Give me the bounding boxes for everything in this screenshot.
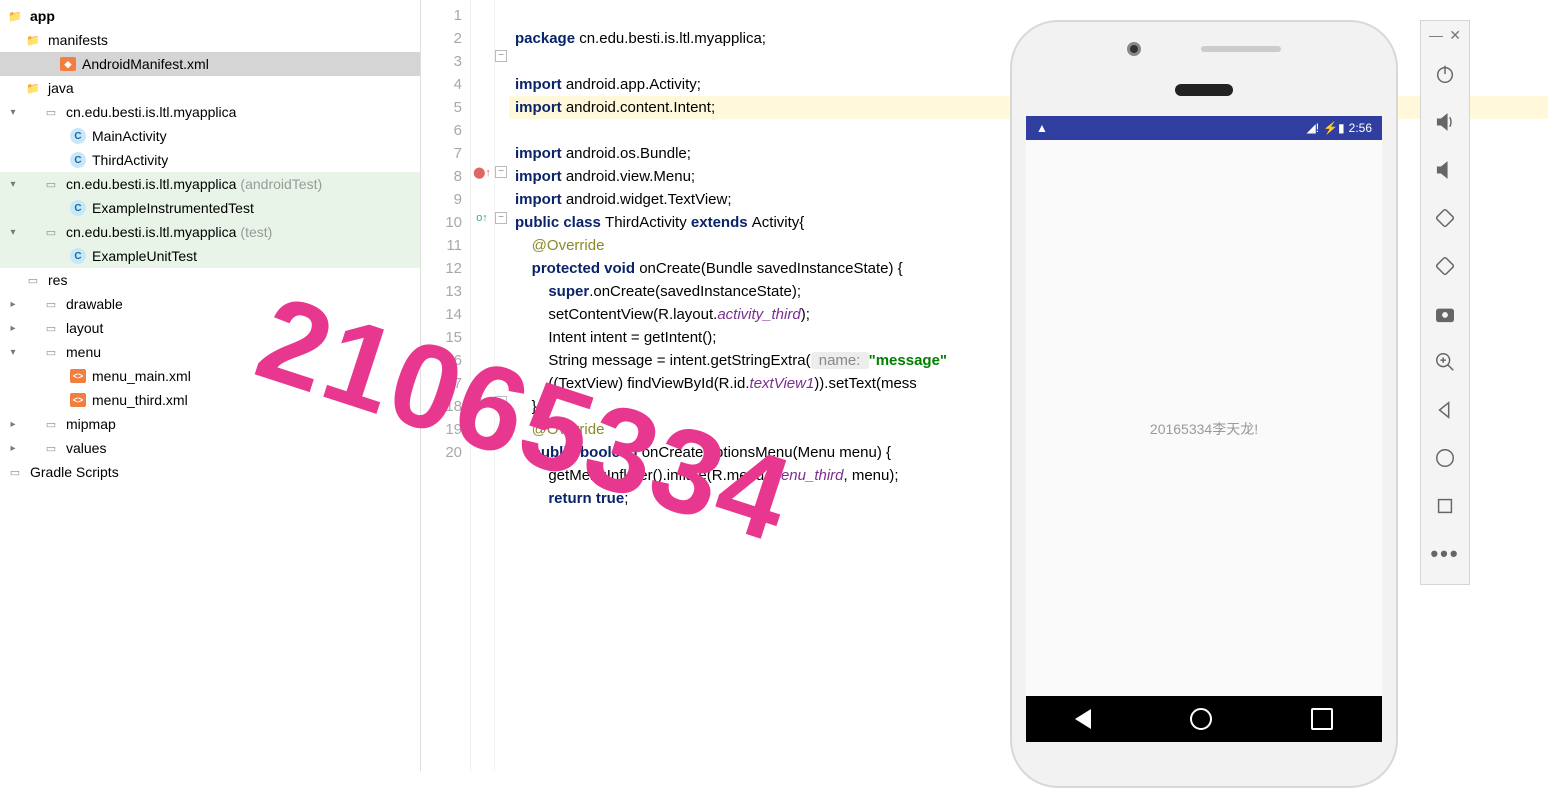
tree-node-menu-main-xml[interactable]: <>menu_main.xml <box>0 364 420 388</box>
fold-toggle[interactable]: − <box>495 50 507 62</box>
signal-icon: ◢! <box>1307 121 1320 135</box>
fold-toggle[interactable]: − <box>495 212 507 224</box>
folder-icon: ▭ <box>24 272 42 288</box>
tree-node-manifest-file[interactable]: ◆AndroidManifest.xml <box>0 52 420 76</box>
power-button[interactable] <box>1421 50 1469 98</box>
override-arrow-icon[interactable]: o↑ <box>473 212 491 228</box>
chevron-down-icon: ▾ <box>6 107 20 118</box>
tree-node-res[interactable]: ▭res <box>0 268 420 292</box>
line-number-gutter: 1234567891011121314151617181920 <box>421 0 471 771</box>
warning-icon: ▲ <box>1036 121 1048 135</box>
folder-icon: ▭ <box>42 344 60 360</box>
marker-gutter: ⬤↑ o↑ o↑ <box>471 0 495 771</box>
chevron-down-icon: ▾ <box>6 227 20 238</box>
emulator-back-button[interactable] <box>1421 386 1469 434</box>
android-nav-bar <box>1026 696 1382 742</box>
tree-node-drawable[interactable]: ▸▭drawable <box>0 292 420 316</box>
chevron-right-icon: ▸ <box>6 299 20 310</box>
class-icon: C <box>70 152 86 168</box>
battery-icon: ⚡▮ <box>1323 121 1345 135</box>
tree-node-package-main[interactable]: ▾▭cn.edu.besti.is.ltl.myapplica <box>0 100 420 124</box>
folder-icon: ▭ <box>42 416 60 432</box>
tree-node-thirdactivity[interactable]: CThirdActivity <box>0 148 420 172</box>
tree-node-exampleunittest[interactable]: CExampleUnitTest <box>0 244 420 268</box>
camera-icon <box>1127 42 1141 56</box>
package-icon: ▭ <box>42 224 60 240</box>
emulator-more-button[interactable]: ••• <box>1421 530 1469 578</box>
chevron-right-icon: ▸ <box>6 443 20 454</box>
chevron-right-icon: ▸ <box>6 419 20 430</box>
tree-node-app[interactable]: 📁app <box>0 4 420 28</box>
package-icon: ▭ <box>42 176 60 192</box>
status-time: 2:56 <box>1349 121 1372 135</box>
folder-icon: ▭ <box>42 296 60 312</box>
zoom-button[interactable] <box>1421 338 1469 386</box>
app-content-text: 20165334李天龙! <box>1026 419 1382 439</box>
fold-gutter: − − − − <box>495 0 509 771</box>
tree-node-package-test[interactable]: ▾▭cn.edu.besti.is.ltl.myapplica(test) <box>0 220 420 244</box>
tree-node-java[interactable]: 📁java <box>0 76 420 100</box>
chevron-right-icon: ▸ <box>6 323 20 334</box>
rotate-right-button[interactable] <box>1421 242 1469 290</box>
folder-icon: 📁 <box>24 80 42 96</box>
tree-node-gradle-scripts[interactable]: ▭Gradle Scripts <box>0 460 420 484</box>
override-icon[interactable]: ⬤↑ <box>473 166 491 182</box>
emulator-overview-button[interactable] <box>1421 482 1469 530</box>
tree-node-layout[interactable]: ▸▭layout <box>0 316 420 340</box>
minimize-button[interactable]: — <box>1429 27 1443 44</box>
folder-icon: ▭ <box>42 320 60 336</box>
package-icon: ▭ <box>42 104 60 120</box>
android-status-bar: ▲ ◢! ⚡▮ 2:56 <box>1026 116 1382 140</box>
tree-node-exampleinstrumentedtest[interactable]: CExampleInstrumentedTest <box>0 196 420 220</box>
chevron-down-icon: ▾ <box>6 179 20 190</box>
emulator-device-frame: ▲ ◢! ⚡▮ 2:56 20165334李天龙! <box>1010 20 1398 788</box>
tree-node-menu-third-xml[interactable]: <>menu_third.xml <box>0 388 420 412</box>
class-icon: C <box>70 128 86 144</box>
chevron-down-icon: ▾ <box>6 347 20 358</box>
xml-icon: <> <box>70 369 86 383</box>
tree-node-mainactivity[interactable]: CMainActivity <box>0 124 420 148</box>
fold-toggle[interactable]: − <box>495 166 507 178</box>
speaker-icon <box>1175 84 1233 96</box>
tree-node-manifests[interactable]: 📁manifests <box>0 28 420 52</box>
screenshot-button[interactable] <box>1421 290 1469 338</box>
sensor-slit <box>1201 46 1281 52</box>
folder-icon: 📁 <box>6 8 24 24</box>
class-icon: C <box>70 200 86 216</box>
nav-home-button[interactable] <box>1190 708 1212 730</box>
tree-node-menu[interactable]: ▾▭menu <box>0 340 420 364</box>
tree-node-package-androidtest[interactable]: ▾▭cn.edu.besti.is.ltl.myapplica(androidT… <box>0 172 420 196</box>
close-button[interactable]: ✕ <box>1449 27 1461 44</box>
folder-icon: 📁 <box>24 32 42 48</box>
nav-recent-button[interactable] <box>1311 708 1333 730</box>
xml-icon: <> <box>70 393 86 407</box>
emulator-toolbar: — ✕ ••• <box>1420 20 1470 585</box>
rotate-left-button[interactable] <box>1421 194 1469 242</box>
override-arrow-icon[interactable]: o↑ <box>473 396 491 412</box>
class-icon: C <box>70 248 86 264</box>
project-tree[interactable]: 📁app 📁manifests ◆AndroidManifest.xml 📁ja… <box>0 0 420 771</box>
gradle-icon: ▭ <box>6 464 24 480</box>
tree-node-mipmap[interactable]: ▸▭mipmap <box>0 412 420 436</box>
emulator-screen[interactable]: ▲ ◢! ⚡▮ 2:56 20165334李天龙! <box>1026 116 1382 742</box>
xml-icon: ◆ <box>60 57 76 71</box>
fold-toggle[interactable]: − <box>495 396 507 408</box>
volume-up-button[interactable] <box>1421 98 1469 146</box>
folder-icon: ▭ <box>42 440 60 456</box>
emulator-home-button[interactable] <box>1421 434 1469 482</box>
nav-back-button[interactable] <box>1075 709 1091 729</box>
volume-down-button[interactable] <box>1421 146 1469 194</box>
tree-node-values[interactable]: ▸▭values <box>0 436 420 460</box>
